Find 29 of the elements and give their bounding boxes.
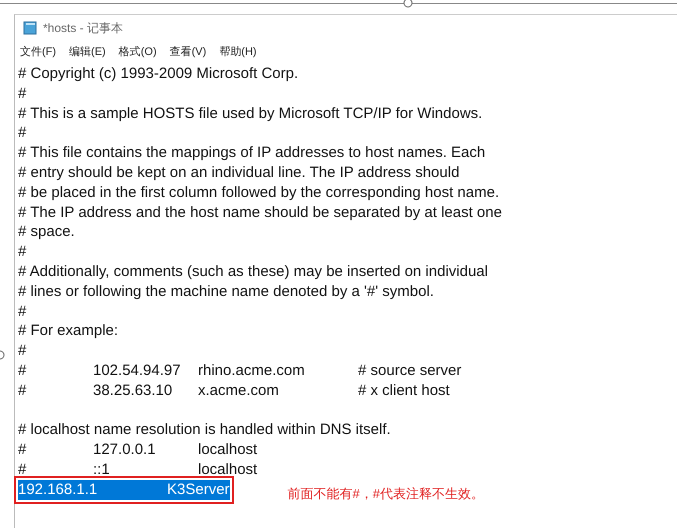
host-entry-line: # 38.25.63.10 x.acme.com # x client host [18,380,450,401]
text-line: # Copyright (c) 1993-2009 Microsoft Corp. [18,64,300,84]
text-line: # [18,84,28,104]
text-line: # [18,302,28,322]
notepad-icon [23,21,37,35]
text-line: # The IP address and the host name should be separated by at least one [18,202,503,222]
text-line: # [18,242,28,262]
resize-handle-icon[interactable] [403,0,413,8]
menu-item[interactable]: 格式(O) [118,42,158,60]
text-line: # localhost name resolution is handled within DNS itself. [18,420,392,440]
text-line: # lines or following the machine name denoted by a '#' symbol. [18,282,435,302]
menu-item[interactable]: 文件(F) [19,42,58,60]
text-line: # [18,123,28,144]
text-line: # [18,341,28,361]
menu-item[interactable]: 帮助(H) [218,42,258,60]
annotation-text: 前面不能有#，#代表注释不生效。 [288,484,484,503]
host-entry-line: # 127.0.0.1 localhost [18,440,258,460]
window-title: *hosts - 记事本 [43,20,124,36]
text-line: # Additionally, comments (such as these) may be inserted on individual [18,262,489,282]
text-line: # This file contains the mappings of IP addresses to host names. Each [18,143,486,163]
text-line: # For example: [18,321,120,342]
text-line: # space. [18,222,76,242]
text-line: # entry should be kept on an individual line. The IP address should [18,162,460,183]
text-line: # be placed in the first column followed by the corresponding host name. [18,182,500,203]
host-entry-line: # 102.54.94.97 rhino.acme.com # source server [18,360,462,381]
menu-item[interactable]: 编辑(E) [68,42,107,60]
text-line: # This is a sample HOSTS file used by Microsoft TCP/IP for Windows. [18,104,484,124]
menu-item[interactable]: 查看(V) [168,42,208,60]
host-entry-line: # ::1 localhost [18,460,258,480]
